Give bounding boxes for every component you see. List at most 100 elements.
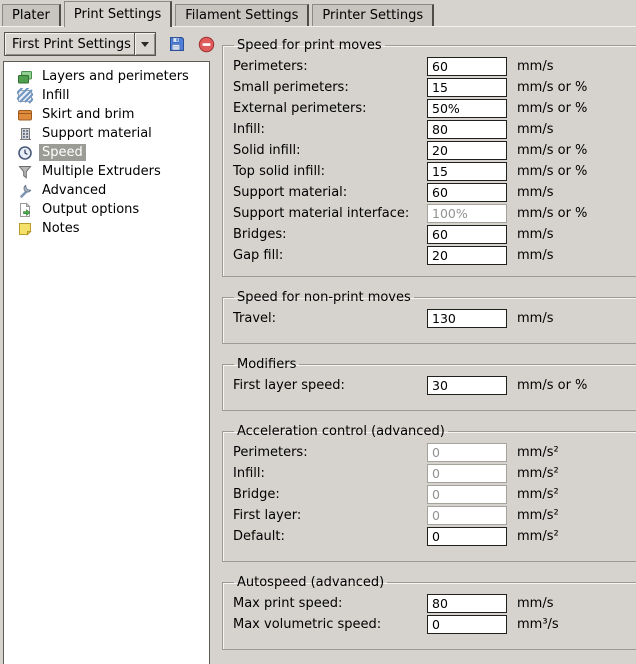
preset-select-dropdown-button[interactable] [134,33,155,55]
sidebar-item-infill[interactable]: Infill [4,86,209,105]
group-title: Autospeed (advanced) [234,575,387,590]
gap-fill-speed-input[interactable] [427,246,507,265]
sidebar-item-label: Advanced [39,182,109,199]
sidebar-item-notes[interactable]: Notes [4,219,209,238]
main-tabbar: Plater Print Settings Filament Settings … [0,0,636,27]
setting-label: Small perimeters: [233,80,427,95]
sidebar-item-label: Multiple Extruders [39,163,164,180]
solid-infill-speed-input[interactable] [427,141,507,160]
setting-row-perimeters-accel: Perimeters: mm/s² [233,442,635,463]
group-speed-for-non-print-moves: Speed for non-print moves Travel: mm/s [222,290,636,344]
wrench-icon [17,183,33,199]
unit-label: mm/s or % [517,206,587,221]
building-icon [17,126,33,142]
default-acceleration-input[interactable] [427,527,507,546]
group-title: Speed for print moves [234,38,385,53]
sidebar-item-multiple-extruders[interactable]: Multiple Extruders [4,162,209,181]
external-perimeters-speed-input[interactable] [427,99,507,118]
setting-row-first-layer-accel: First layer: mm/s² [233,505,635,526]
setting-row-travel: Travel: mm/s [233,308,635,329]
setting-label: Perimeters: [233,445,427,460]
unit-label: mm/s [517,311,553,326]
group-modifiers: Modifiers First layer speed: mm/s or % [222,357,636,411]
sidebar-item-label: Output options [39,201,142,218]
unit-label: mm/s² [517,445,559,460]
setting-row-perimeters: Perimeters: mm/s [233,56,635,77]
sidebar-item-advanced[interactable]: Advanced [4,181,209,200]
sidebar-item-layers-and-perimeters[interactable]: Layers and perimeters [4,67,209,86]
sidebar-item-skirt-and-brim[interactable]: Skirt and brim [4,105,209,124]
unit-label: mm/s² [517,487,559,502]
top-solid-infill-speed-input[interactable] [427,162,507,181]
settings-category-tree: Layers and perimeters Infill Skirt and b… [3,61,210,664]
setting-label: Top solid infill: [233,164,427,179]
setting-row-bridges: Bridges: mm/s [233,224,635,245]
small-perimeters-speed-input[interactable] [427,78,507,97]
setting-row-first-layer-speed: First layer speed: mm/s or % [233,375,635,396]
setting-label: Infill: [233,466,427,481]
layers-icon [17,69,33,85]
setting-label: First layer: [233,508,427,523]
max-volumetric-speed-input[interactable] [427,615,507,634]
travel-speed-input[interactable] [427,309,507,328]
setting-label: Travel: [233,311,427,326]
setting-label: Gap fill: [233,248,427,263]
perimeters-speed-input[interactable] [427,57,507,76]
tab-plater[interactable]: Plater [2,4,61,26]
setting-row-bridge-accel: Bridge: mm/s² [233,484,635,505]
sidebar-item-speed[interactable]: Speed [4,143,209,162]
setting-label: Bridges: [233,227,427,242]
unit-label: mm/s [517,248,553,263]
setting-label: External perimeters: [233,101,427,116]
first-layer-acceleration-input [427,506,507,525]
chevron-down-icon [141,42,149,47]
unit-label: mm/s² [517,466,559,481]
setting-label: Max print speed: [233,596,427,611]
unit-label: mm/s [517,227,553,242]
sidebar-item-label: Skirt and brim [39,106,137,123]
setting-row-infill-accel: Infill: mm/s² [233,463,635,484]
infill-speed-input[interactable] [427,120,507,139]
page-go-icon [17,202,33,218]
setting-row-top-solid-infill: Top solid infill: mm/s or % [233,161,635,182]
sidebar-item-label: Support material [39,125,155,142]
setting-label: Infill: [233,122,427,137]
tab-filament-settings[interactable]: Filament Settings [175,4,309,26]
setting-row-default-accel: Default: mm/s² [233,526,635,547]
first-layer-speed-input[interactable] [427,376,507,395]
preset-select-value: First Print Settings [5,37,134,52]
setting-row-support-material-interface: Support material interface: mm/s or % [233,203,635,224]
setting-row-max-print-speed: Max print speed: mm/s [233,593,635,614]
setting-row-external-perimeters: External perimeters: mm/s or % [233,98,635,119]
setting-label: Default: [233,529,427,544]
setting-label: Support material: [233,185,427,200]
save-preset-button[interactable] [168,35,186,53]
preset-select[interactable]: First Print Settings [4,32,156,56]
tab-print-settings[interactable]: Print Settings [64,1,172,27]
setting-row-infill: Infill: mm/s [233,119,635,140]
max-print-speed-input[interactable] [427,594,507,613]
group-title: Acceleration control (advanced) [234,424,448,439]
setting-label: First layer speed: [233,378,427,393]
setting-label: Max volumetric speed: [233,617,427,632]
sidebar-item-output-options[interactable]: Output options [4,200,209,219]
setting-label: Solid infill: [233,143,427,158]
unit-label: mm/s or % [517,143,587,158]
bridge-acceleration-input [427,485,507,504]
unit-label: mm/s or % [517,164,587,179]
group-title: Modifiers [234,357,299,372]
bridges-speed-input[interactable] [427,225,507,244]
setting-row-max-volumetric-speed: Max volumetric speed: mm³/s [233,614,635,635]
unit-label: mm/s² [517,529,559,544]
infill-acceleration-input [427,464,507,483]
unit-label: mm/s [517,596,553,611]
support-material-speed-input[interactable] [427,183,507,202]
unit-label: mm/s or % [517,80,587,95]
setting-label: Bridge: [233,487,427,502]
sidebar-item-label: Infill [39,87,73,104]
sidebar-item-support-material[interactable]: Support material [4,124,209,143]
sidebar-item-label: Layers and perimeters [39,68,192,85]
unit-label: mm/s² [517,508,559,523]
tab-printer-settings[interactable]: Printer Settings [312,4,434,26]
group-title: Speed for non-print moves [234,290,414,305]
